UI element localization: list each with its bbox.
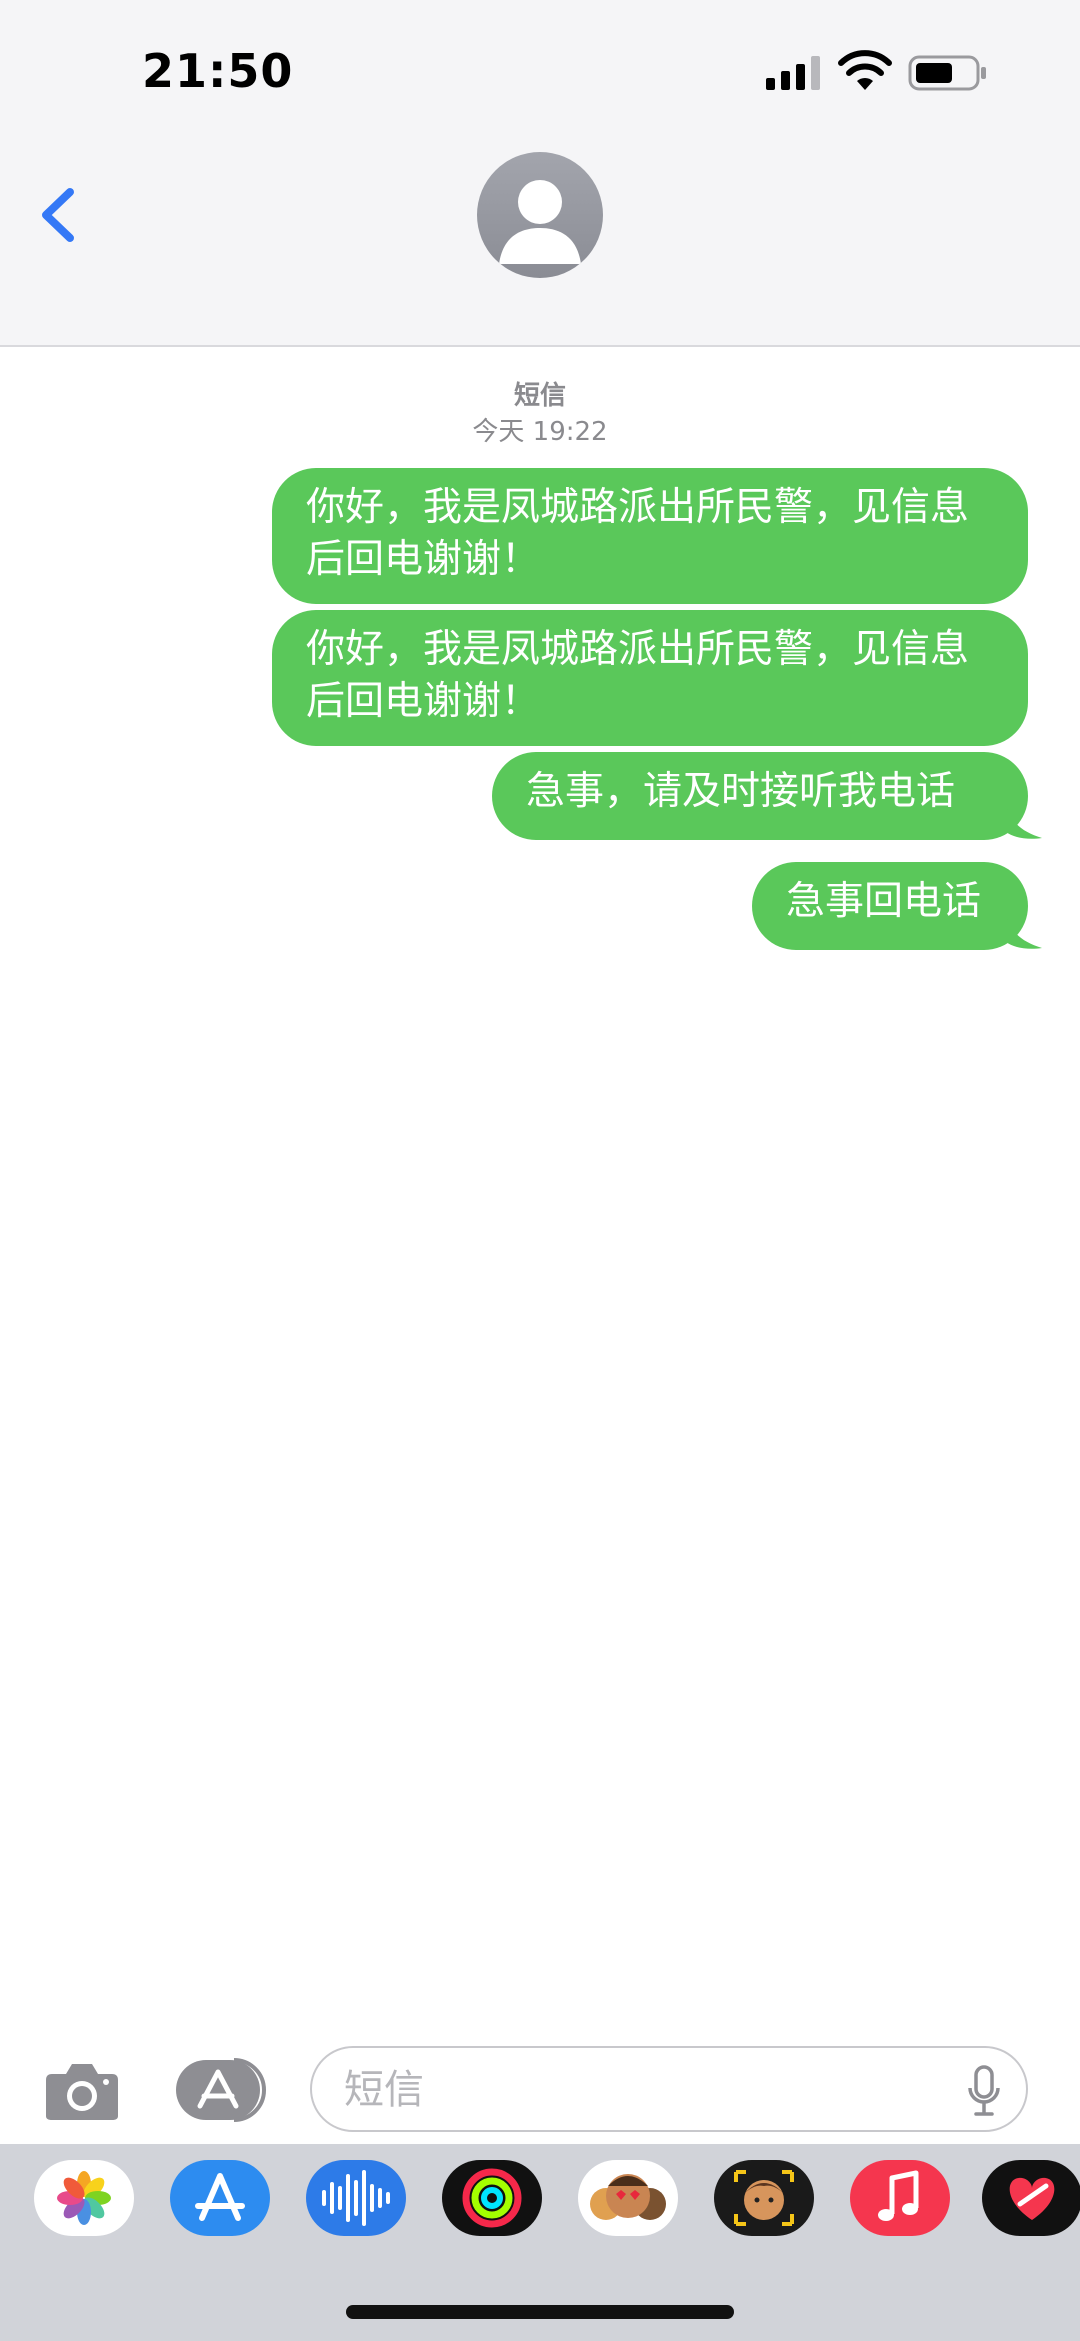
app-store-app-icon[interactable] [170, 2160, 270, 2236]
activity-app-icon[interactable] [442, 2160, 542, 2236]
memoji-stickers-app-icon[interactable] [578, 2160, 678, 2236]
thread-timestamp: 今天 19:22 [472, 417, 608, 447]
microphone-icon[interactable] [964, 2064, 1004, 2118]
message-bubble[interactable]: 急事，请及时接听我电话 [492, 752, 1028, 840]
message-bubble[interactable]: 你好，我是凤城路派出所民警，见信息后回电谢谢！ [272, 610, 1028, 746]
photos-app-icon[interactable] [34, 2160, 134, 2236]
contact-avatar[interactable] [477, 152, 603, 278]
app-store-drawer-icon[interactable] [174, 2058, 270, 2122]
message-bubble[interactable]: 急事回电话 [752, 862, 1028, 950]
bubble-tail-icon [1006, 914, 1042, 949]
camera-icon[interactable] [42, 2058, 122, 2124]
audio-message-app-icon[interactable] [306, 2160, 406, 2236]
cellular-signal-icon [766, 56, 820, 90]
battery-icon [908, 55, 986, 91]
bubble-tail-icon [1006, 804, 1042, 839]
back-chevron-icon[interactable] [30, 180, 90, 250]
service-label: 短信 [513, 381, 566, 411]
thread-meta: 短信 今天 19:22 [0, 378, 1080, 450]
message-bubble[interactable]: 你好，我是凤城路派出所民警，见信息后回电谢谢！ [272, 468, 1028, 604]
conversation-header: 21:50 [0, 0, 1080, 347]
message-compose-field[interactable] [310, 2046, 1028, 2132]
music-app-icon[interactable] [850, 2160, 950, 2236]
message-input[interactable] [342, 2060, 906, 2120]
wifi-icon [838, 50, 892, 90]
status-time: 21:50 [142, 44, 294, 98]
digital-touch-app-icon[interactable] [982, 2160, 1080, 2236]
contact-avatar-icon [499, 180, 581, 264]
memoji-app-icon[interactable] [714, 2160, 814, 2236]
home-indicator[interactable] [346, 2305, 734, 2319]
